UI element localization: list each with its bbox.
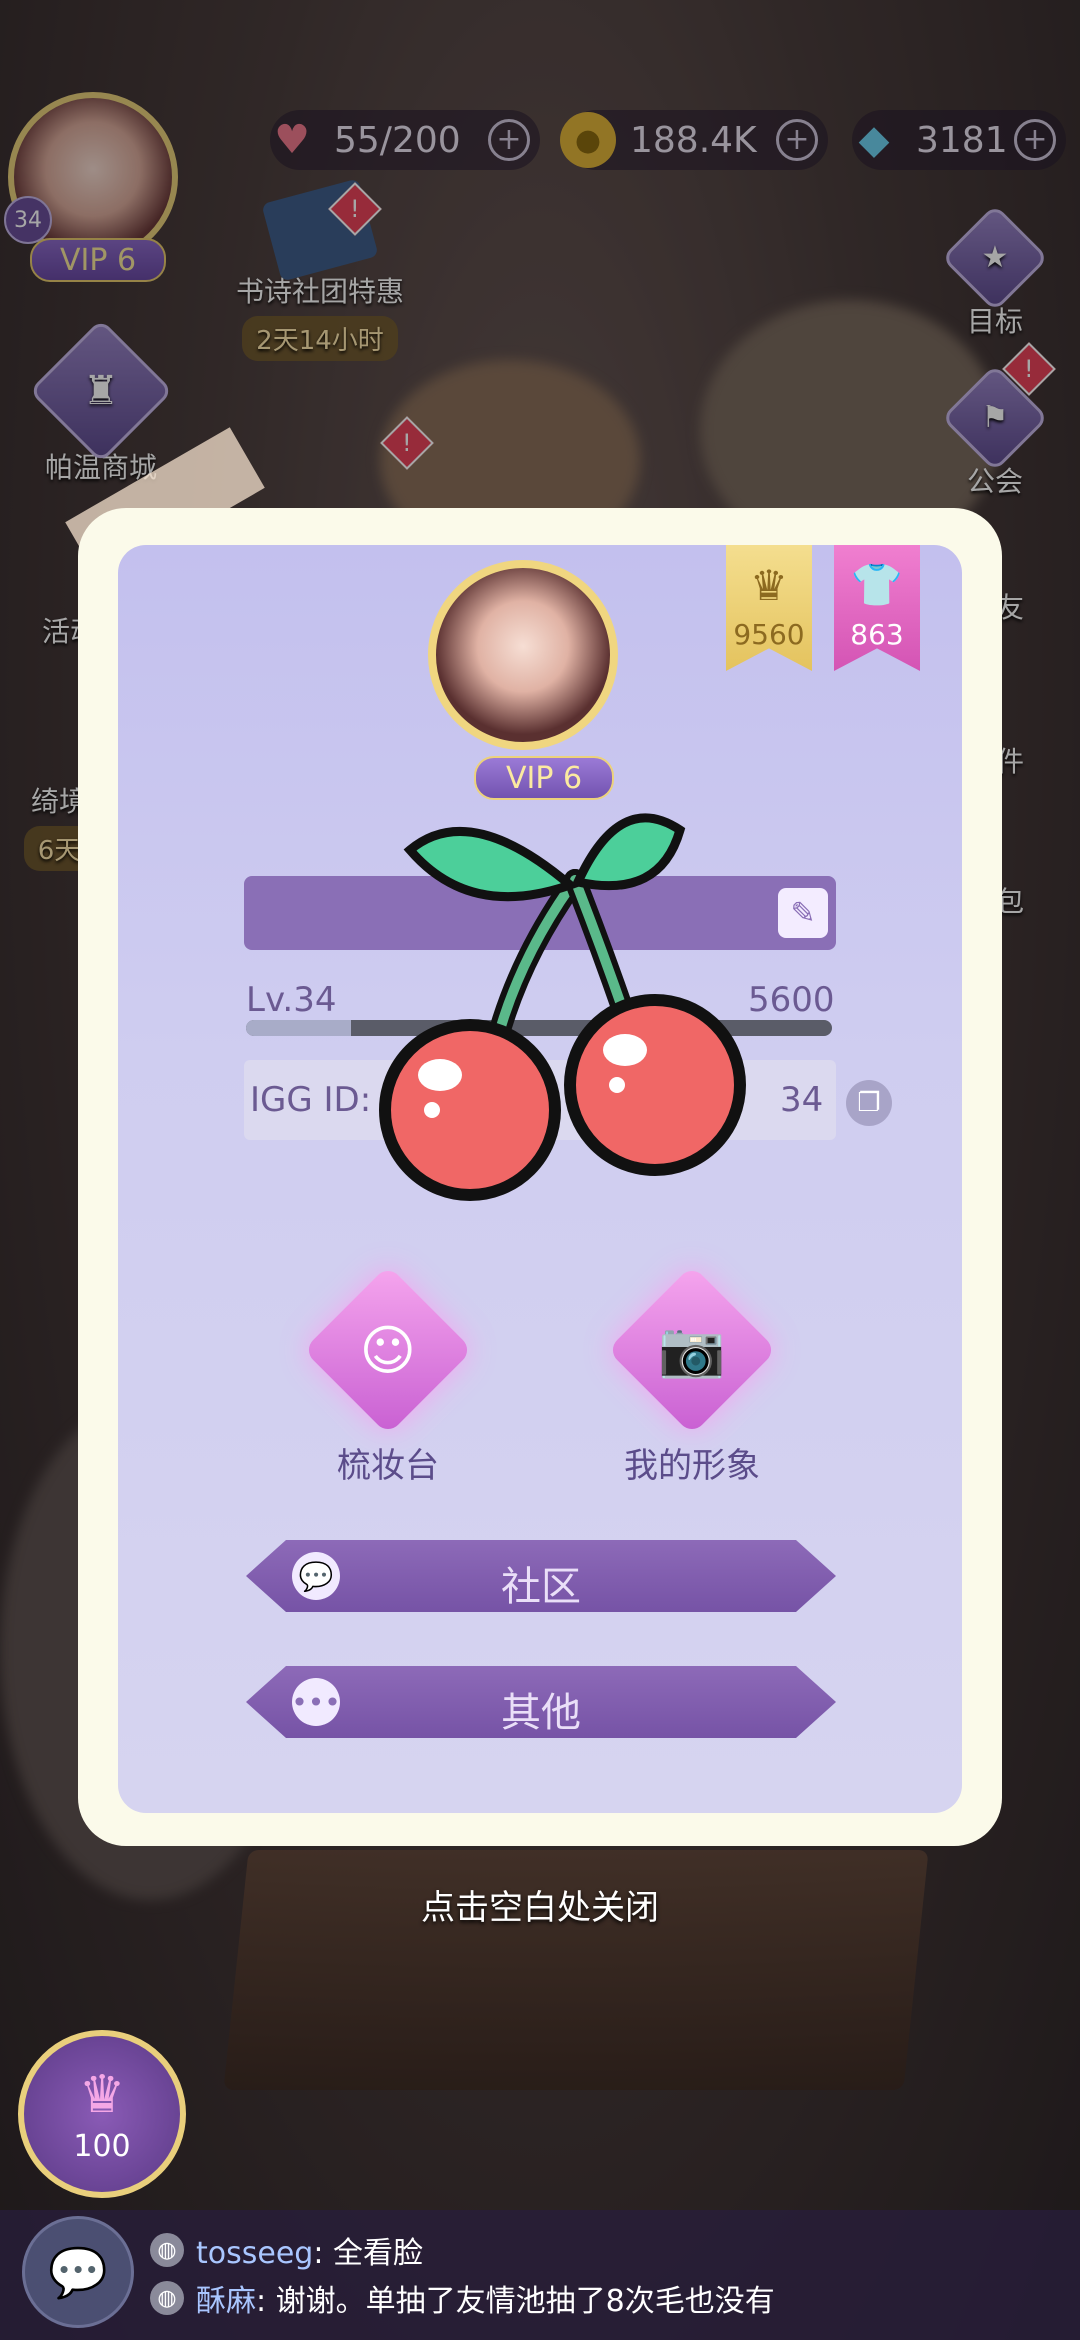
- other-button[interactable]: ••• 其他: [246, 1666, 836, 1738]
- profile-vip-badge: VIP 6: [474, 756, 614, 800]
- cherry-sticker-icon: [379, 813, 746, 1201]
- igg-id-label: IGG ID:: [250, 1080, 372, 1120]
- crown-count: 9560: [733, 618, 805, 651]
- close-hint: 点击空白处关闭: [421, 1888, 659, 1928]
- exp-bar-fill: [246, 1020, 352, 1036]
- camera-icon: 📷: [607, 1265, 777, 1435]
- dresser-feature[interactable]: ☺ 梳妆台: [288, 1265, 488, 1487]
- my-image-label: 我的形象: [624, 1446, 760, 1486]
- chat-sender: 酥麻: [196, 2284, 256, 2319]
- crown-progress-value: 100: [73, 2128, 131, 2164]
- chat-message: ◍ tosseeg: 全看脸: [150, 2228, 423, 2272]
- chat-button[interactable]: 💬: [22, 2216, 134, 2328]
- shirt-icon: 👕: [850, 560, 904, 609]
- chat-text: 全看脸: [333, 2236, 423, 2271]
- chat-text: 谢谢。单抽了友情池抽了8次毛也没有: [275, 2284, 775, 2319]
- copy-icon: ❐: [857, 1088, 881, 1118]
- my-image-feature[interactable]: 📷 我的形象: [592, 1265, 792, 1487]
- face-icon: ☺: [303, 1265, 473, 1435]
- dresser-label: 梳妆台: [337, 1446, 439, 1486]
- community-label: 社区: [501, 1564, 581, 1610]
- crown-icon: ♛: [78, 2064, 126, 2125]
- copy-button[interactable]: ❐: [846, 1080, 892, 1126]
- crown-icon: ♛: [750, 561, 788, 610]
- level-text: Lv.34: [246, 980, 337, 1020]
- clothes-count: 863: [850, 618, 904, 651]
- globe-icon: ◍: [150, 2281, 184, 2315]
- community-button[interactable]: 💬 社区: [246, 1540, 836, 1612]
- chat-bubble-icon: 💬: [48, 2244, 108, 2301]
- profile-avatar[interactable]: [428, 560, 618, 750]
- globe-icon: ◍: [150, 2233, 184, 2267]
- chat-sender: tosseeg: [196, 2236, 314, 2271]
- crown-progress-button[interactable]: ♛ 100: [18, 2030, 186, 2198]
- other-label: 其他: [501, 1690, 581, 1736]
- chat-message: ◍ 酥麻: 谢谢。单抽了友情池抽了8次毛也没有: [150, 2276, 775, 2320]
